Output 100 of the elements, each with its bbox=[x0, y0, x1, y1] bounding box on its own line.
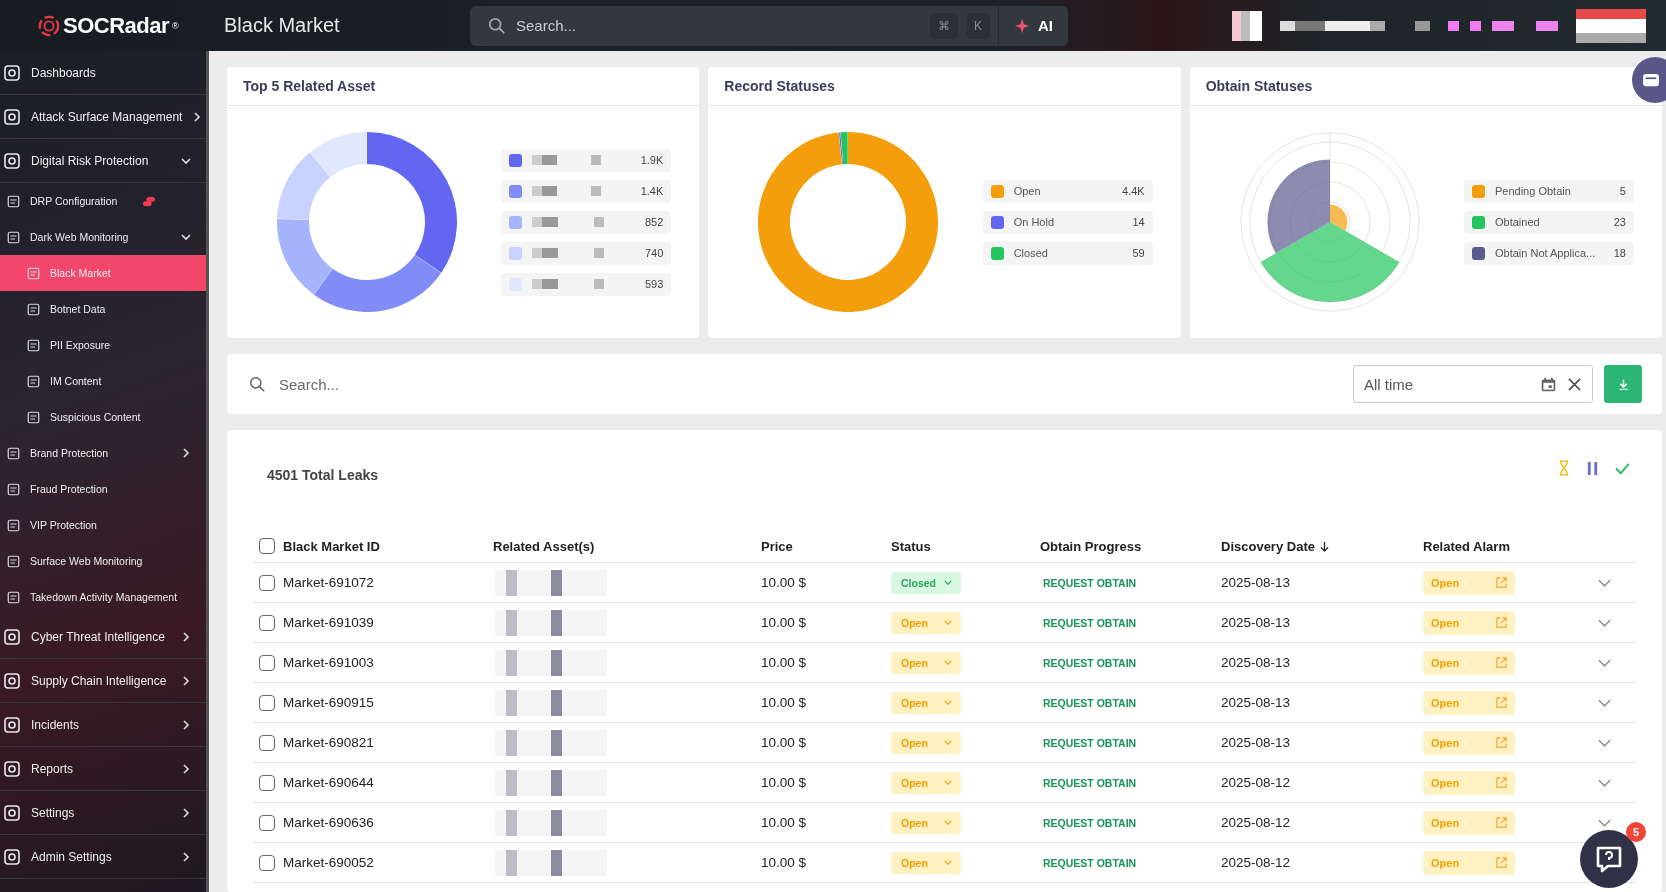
external-link-icon bbox=[1496, 857, 1507, 868]
caret-icon bbox=[944, 740, 952, 745]
column-header[interactable]: Related Alarm bbox=[1423, 538, 1573, 554]
calendar-icon[interactable] bbox=[1540, 375, 1557, 393]
nav-item[interactable]: Digital Risk Protection bbox=[0, 139, 206, 183]
logo-icon bbox=[38, 14, 60, 37]
external-link-icon bbox=[1496, 617, 1507, 628]
square-icon bbox=[6, 589, 21, 605]
request-obtain-link[interactable]: REQUEST OBTAIN bbox=[1043, 576, 1137, 589]
nav-item[interactable]: Botnet Data bbox=[0, 291, 206, 327]
column-header[interactable]: Discovery Date bbox=[1221, 538, 1423, 554]
table-cell-text: Market-690915 bbox=[283, 695, 375, 710]
legend-value: 5 bbox=[1619, 185, 1626, 197]
checkbox[interactable] bbox=[259, 614, 275, 631]
legend-value: 740 bbox=[644, 247, 664, 259]
logo[interactable]: SOCRadar bbox=[63, 12, 170, 39]
request-obtain-link[interactable]: REQUEST OBTAIN bbox=[1043, 696, 1137, 709]
column-header[interactable]: Price bbox=[761, 538, 891, 554]
request-obtain-link[interactable]: REQUEST OBTAIN bbox=[1043, 656, 1137, 669]
request-obtain-link[interactable]: REQUEST OBTAIN bbox=[1043, 816, 1137, 829]
nav-item[interactable]: PII Exposure bbox=[0, 327, 206, 363]
legend-value: 593 bbox=[644, 278, 664, 290]
table-cell-text: Market-691039 bbox=[283, 615, 375, 630]
checkbox[interactable] bbox=[259, 774, 275, 791]
nav-item[interactable]: Takedown Activity Management bbox=[0, 579, 206, 615]
checkbox[interactable] bbox=[259, 574, 275, 591]
chevron-icon[interactable] bbox=[1598, 618, 1611, 627]
external-link-icon bbox=[1496, 697, 1507, 708]
table-cell-text: Market-690052 bbox=[283, 855, 375, 870]
legend-label: Obtained bbox=[1495, 216, 1541, 228]
nav-item[interactable]: DRP Configuration bbox=[0, 183, 206, 219]
ai-button[interactable]: AI bbox=[998, 5, 1068, 46]
external-link-icon bbox=[1496, 577, 1507, 588]
square-icon bbox=[26, 301, 41, 317]
square-icon bbox=[26, 337, 41, 353]
request-obtain-link[interactable]: REQUEST OBTAIN bbox=[1043, 776, 1137, 789]
column-header[interactable]: Status bbox=[891, 538, 1040, 554]
nav-item[interactable]: IM Content bbox=[0, 363, 206, 399]
nav-item[interactable]: Supply Chain Intelligence bbox=[0, 659, 206, 703]
legend-value: 23 bbox=[1613, 216, 1626, 228]
legend-label: Pending Obtain bbox=[1495, 185, 1572, 197]
nav-item[interactable]: Reports bbox=[0, 747, 206, 791]
square-icon bbox=[26, 265, 41, 281]
table-cell-text: 10.00 $ bbox=[761, 775, 808, 790]
checkbox[interactable] bbox=[259, 814, 275, 831]
chevron-icon[interactable] bbox=[1598, 778, 1611, 787]
chevron-icon[interactable] bbox=[1598, 698, 1611, 707]
square-icon bbox=[2, 626, 22, 647]
page-title: Black Market bbox=[224, 14, 341, 37]
external-link-icon bbox=[1496, 817, 1507, 828]
pause-icon[interactable] bbox=[1586, 460, 1599, 476]
checkbox[interactable] bbox=[259, 538, 275, 554]
chevron-icon[interactable] bbox=[1598, 818, 1611, 827]
external-link-icon bbox=[1496, 737, 1507, 748]
nav-item[interactable]: Suspicious Content bbox=[0, 399, 206, 435]
request-obtain-link[interactable]: REQUEST OBTAIN bbox=[1043, 856, 1137, 869]
chevron-icon[interactable] bbox=[1598, 578, 1611, 587]
checkbox[interactable] bbox=[259, 854, 275, 871]
column-header[interactable]: Obtain Progress bbox=[1040, 538, 1221, 554]
registered-mark: ® bbox=[172, 20, 179, 31]
question-icon bbox=[1594, 844, 1624, 874]
chevron-icon[interactable] bbox=[1598, 658, 1611, 667]
nav-item[interactable]: Attack Surface Management bbox=[0, 95, 206, 139]
search-field[interactable]: Search... ⌘ K bbox=[470, 5, 998, 46]
nav-item[interactable]: Incidents bbox=[0, 703, 206, 747]
checkbox[interactable] bbox=[259, 734, 275, 751]
check-icon[interactable] bbox=[1615, 461, 1630, 475]
table-cell-text: 2025-08-12 bbox=[1221, 815, 1292, 830]
nav-item[interactable]: Brand Protection bbox=[0, 435, 206, 471]
search-icon bbox=[249, 375, 266, 393]
column-header[interactable]: Related Asset(s) bbox=[493, 538, 761, 554]
request-obtain-link[interactable]: REQUEST OBTAIN bbox=[1043, 616, 1137, 629]
redacted-block bbox=[1576, 8, 1646, 43]
table-cell-text: 2025-08-12 bbox=[1221, 775, 1292, 790]
sort-arrow-icon[interactable] bbox=[1319, 540, 1329, 552]
legend-label: Open bbox=[1013, 185, 1042, 197]
nav-item[interactable]: VIP Protection bbox=[0, 507, 206, 543]
close-icon[interactable] bbox=[1567, 376, 1582, 392]
request-obtain-link[interactable]: REQUEST OBTAIN bbox=[1043, 736, 1137, 749]
chevron-icon[interactable] bbox=[1598, 738, 1611, 747]
nav-item[interactable]: Dark Web Monitoring bbox=[0, 219, 206, 255]
nav-item[interactable]: Cyber Threat Intelligence bbox=[0, 615, 206, 659]
square-icon bbox=[6, 481, 21, 497]
nav-item[interactable]: Admin Settings bbox=[0, 835, 206, 879]
square-icon bbox=[2, 802, 22, 823]
nav-item[interactable]: Dashboards bbox=[0, 51, 206, 95]
legend-value: 1.9K bbox=[640, 154, 664, 166]
date-field[interactable]: All time bbox=[1353, 365, 1593, 403]
checkbox[interactable] bbox=[259, 694, 275, 711]
nav-item[interactable]: Fraud Protection bbox=[0, 471, 206, 507]
nav-item[interactable]: Surface Web Monitoring bbox=[0, 543, 206, 579]
square-icon bbox=[2, 758, 22, 779]
checkbox[interactable] bbox=[259, 654, 275, 671]
column-header[interactable]: Black Market ID bbox=[283, 538, 493, 554]
nav-item[interactable]: Settings bbox=[0, 791, 206, 835]
chat-button[interactable] bbox=[1632, 57, 1666, 103]
table-cell-text: 10.00 $ bbox=[761, 615, 808, 630]
table-cell-text: 10.00 $ bbox=[761, 575, 808, 590]
search-field[interactable]: Search... bbox=[514, 16, 922, 35]
card-title: Top 5 Related Asset bbox=[227, 67, 700, 106]
